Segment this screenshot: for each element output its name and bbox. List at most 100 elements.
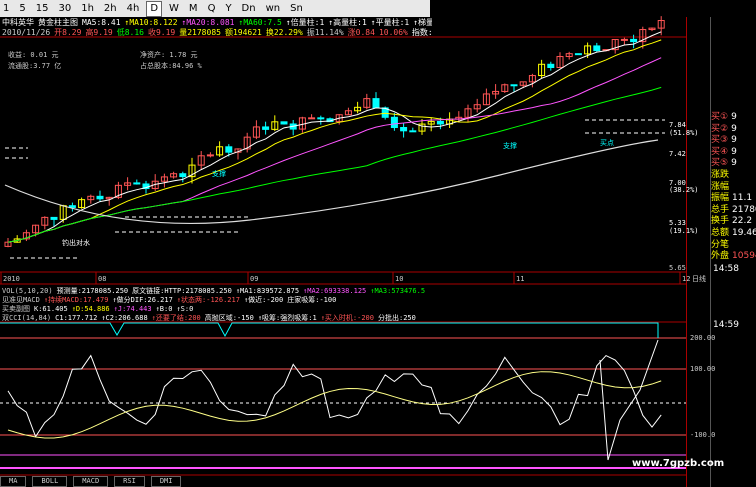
quote-label: 换手	[711, 216, 730, 227]
ind-kdj-item: K:61.405	[34, 304, 68, 313]
xaxis-label: 09	[250, 275, 258, 283]
candle-body	[50, 216, 58, 220]
xaxis-period: 日线	[692, 274, 706, 283]
xaxis-label: 2010	[3, 275, 20, 283]
quote-row: 外盘10594	[711, 251, 756, 263]
price-axis-label: (19.1%)	[669, 227, 699, 235]
ind-vol-item: ↑MA1:839572.875	[235, 286, 300, 295]
candle-body	[179, 173, 187, 178]
quote-row: 买② 9	[711, 124, 756, 136]
quote-label: 买①	[711, 112, 729, 122]
ind-macd-item: ↑做分DIF:26.217	[112, 295, 173, 304]
cci-axis-label: 100.00	[690, 365, 715, 373]
ind-kdj-item: ↑B:0	[155, 304, 173, 313]
quote-row: 买④ 9	[711, 147, 756, 159]
tab-macd[interactable]: MACD	[73, 476, 109, 487]
ind-cci-item: 高抛区域:-150	[204, 313, 254, 322]
candle-body	[436, 120, 444, 125]
price-axis-label: (38.2%)	[669, 186, 699, 194]
ind-vol-item: 原文链接:HTTP:2178085.250	[132, 286, 232, 295]
ind-cci-item: ↑还要了结:200	[151, 313, 201, 322]
cci-axis-label: 200.00	[690, 334, 715, 342]
watermark: www.7gpzb.com	[632, 458, 725, 469]
macd-indicator-header: 见准见MACD ↑持续MACD:17.479 ↑做分DIF:26.217 ↑状态两:-…	[2, 295, 686, 304]
ind-cci-item: ↑C2:206.688	[101, 313, 148, 322]
cci-indicator-header: 双CCI(14,84) C1:177.712 ↑C2:206.688 ↑还要了结:20…	[2, 313, 686, 322]
kdj-indicator-header: 买卖副图 K:61.405 ↑D:54.886 ↑J:74.443 ↑B:0 ↑S:0	[2, 304, 686, 313]
annotation-hold: 支撑	[503, 141, 517, 150]
candle-body	[262, 126, 270, 130]
tab-boll[interactable]: BOLL	[32, 476, 68, 487]
price-axis-label: 5.65	[669, 264, 686, 272]
candle-body	[593, 45, 601, 52]
price-axis-label: (51.8%)	[669, 129, 699, 137]
quote-label: 买②	[711, 123, 729, 134]
price-axis-label: 7.84	[669, 121, 686, 129]
ind-kdj-item: ↑S:0	[176, 304, 194, 313]
candle-body	[96, 195, 104, 200]
ind-kdj-item: ↑D:54.886	[71, 304, 110, 313]
ma10-line	[7, 39, 662, 243]
candle-body	[308, 117, 316, 120]
cci-cyan-bracket	[0, 322, 659, 338]
indicator-tabs: MA BOLL MACD RSI DMI	[0, 476, 686, 487]
ind-vol-item: ↑MA2:693338.125	[303, 286, 367, 295]
ind-cci-item: C1:177.712	[55, 313, 98, 322]
candle-body	[510, 84, 518, 87]
ind-cci-item: ↑买入时机:-200	[320, 313, 374, 322]
ind-macd-item: ↑持续MACD:17.479	[43, 295, 109, 304]
quote-label: 涨跌	[711, 169, 730, 180]
chart-canvas: 支撑支撑 买点钓出对水7.84(51.8%)7.427.00(38.2%)5.33…	[0, 16, 715, 476]
candle-body	[317, 117, 325, 120]
quote-row: 振幅 11.1	[711, 193, 756, 205]
quote-value: 10594	[732, 251, 756, 262]
quote-value: 9	[731, 158, 737, 169]
quote-panel: 买①9买②9买③9买④9买⑤9涨跌涨幅振幅11.1总手21780换手22.2总额…	[711, 112, 756, 263]
quote-row: 总手21780	[711, 205, 756, 217]
quote-row: 涨跌	[711, 170, 756, 182]
cci-axis-label: -100.0	[690, 431, 715, 439]
xaxis-label: 11	[516, 275, 524, 283]
annotation-support: 支撑	[212, 169, 226, 178]
quote-label: 振幅	[711, 193, 730, 204]
ind-macd-item: ↑做近:-200	[243, 295, 284, 304]
ind-kdj-item: 买卖副图	[2, 304, 30, 313]
ind-vol-item: ↑MA3:573476.5	[370, 286, 426, 295]
quote-value: 9	[731, 146, 737, 157]
time-display-2: 14:59	[713, 320, 739, 330]
quote-row: 总额 19.46	[711, 228, 756, 240]
tab-rsi[interactable]: RSI	[114, 476, 145, 487]
price-axis-label: 7.42	[669, 150, 686, 158]
candle-body	[372, 98, 380, 109]
candle-body	[400, 127, 408, 132]
tab-ma[interactable]: MA	[0, 476, 27, 487]
ind-vol-item: VOL(5,10,20)	[2, 286, 53, 295]
ind-vol-item: 预测量:2178085.250	[56, 286, 129, 295]
quote-row: 买① 9	[711, 112, 756, 124]
quote-label: 分笔	[711, 239, 730, 250]
xaxis-label: 12	[682, 275, 690, 283]
quote-row: 分笔	[711, 240, 756, 252]
tab-dmi[interactable]: DMI	[150, 476, 182, 487]
candle-body	[206, 154, 214, 157]
ind-cci-item: 双CCI(14,84)	[2, 313, 52, 322]
price-axis-label: 5.33	[669, 219, 686, 227]
ind-kdj-item: ↑J:74.443	[113, 304, 152, 313]
vol-indicator-header: VOL(5,10,20) 预测量:2178085.250 原文链接:HTTP:217…	[2, 286, 686, 295]
quote-value: 9	[731, 112, 737, 122]
annotation-buy: 买点	[600, 139, 614, 147]
annotation-note: 钓出对水	[62, 238, 90, 247]
quote-value: 11.1	[732, 193, 753, 204]
ma60-line	[7, 86, 662, 243]
ind-macd-item: 见准见MACD	[2, 295, 40, 304]
ind-cci-item: ↑吸筹:强烈吸筹:1	[257, 313, 317, 322]
quote-value: 22.2	[732, 216, 753, 227]
xaxis-label: 08	[98, 275, 106, 283]
quote-row: 换手 22.2	[711, 216, 756, 228]
ind-cci-item: 分批出:250	[377, 313, 416, 322]
time-display-1: 14:58	[713, 264, 739, 274]
cci-end-spike	[599, 339, 659, 461]
quote-value: 21780	[732, 204, 756, 215]
quote-row: 买⑤ 9	[711, 158, 756, 170]
candle-body	[574, 53, 582, 56]
